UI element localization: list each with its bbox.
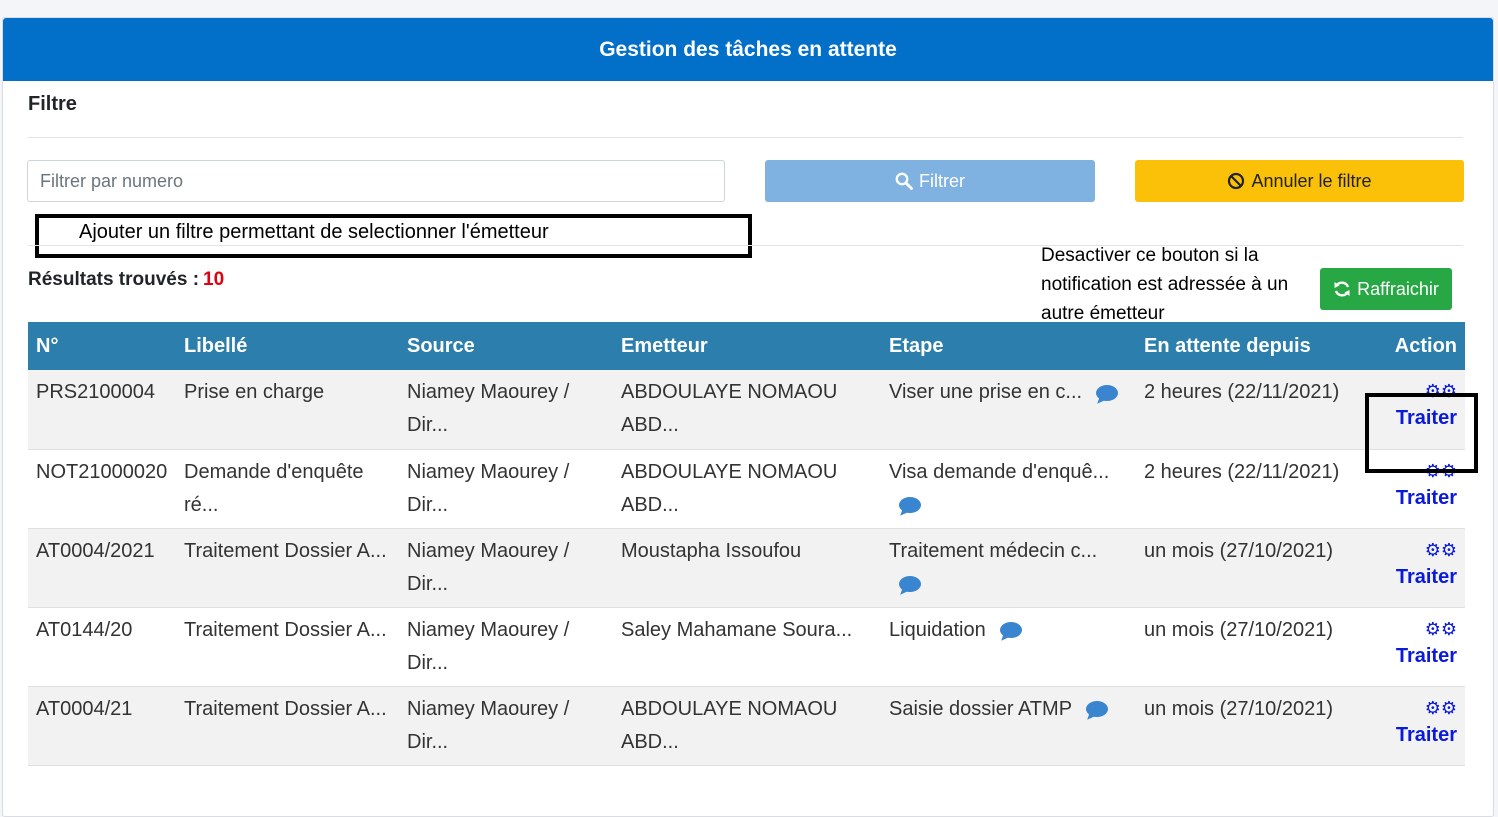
cell-waiting-since: un mois (27/10/2021)	[1144, 697, 1334, 720]
cell-source: Niamey Maourey / Dir...	[407, 381, 570, 436]
cell-source: Niamey Maourey / Dir...	[407, 539, 570, 595]
cell-waiting-since: 2 heures (22/11/2021)	[1144, 460, 1340, 483]
refresh-icon	[1334, 281, 1350, 297]
cell-emitter: ABDOULAYE NOMAOU ABD...	[621, 381, 838, 436]
tasks-table: N° Libellé Source Emetteur Etape En atte…	[28, 322, 1465, 766]
cell-label: Prise en charge	[184, 381, 325, 403]
table-row: AT0144/20 Traitement Dossier A... Niamey…	[28, 607, 1465, 686]
refresh-button[interactable]: Raffraichir	[1320, 268, 1452, 310]
cell-label: Traitement Dossier A...	[184, 539, 387, 562]
cell-action: ⚙⚙ Traiter	[1368, 686, 1465, 765]
cell-emitter: ABDOULAYE NOMAOU ABD...	[621, 460, 838, 516]
filter-button[interactable]: Filtrer	[765, 160, 1095, 202]
cell-step: Saisie dossier ATMP	[881, 686, 1136, 765]
step-text: Visa demande d'enquê...	[889, 460, 1110, 483]
cell-number: NOT21000020	[36, 460, 168, 483]
column-header-number[interactable]: N°	[28, 322, 176, 370]
annotation-emitter-filter: Ajouter un filtre permettant de selectio…	[79, 221, 549, 243]
traiter-link[interactable]: Traiter	[1376, 482, 1457, 515]
cancel-filter-label: Annuler le filtre	[1251, 170, 1372, 191]
column-header-emitter[interactable]: Emetteur	[613, 322, 881, 370]
step-text: Viser une prise en c...	[889, 381, 1083, 403]
table-row: AT0004/2021 Traitement Dossier A... Niam…	[28, 528, 1465, 607]
search-icon	[895, 172, 913, 190]
cell-label: Traitement Dossier A...	[184, 618, 387, 641]
cell-action: ⚙⚙ Traiter	[1368, 607, 1465, 686]
refresh-button-label: Raffraichir	[1357, 278, 1439, 299]
results-label: Résultats trouvés :	[28, 269, 200, 290]
gears-icon[interactable]: ⚙⚙	[1376, 693, 1457, 719]
cell-number: AT0144/20	[36, 618, 133, 641]
gears-icon[interactable]: ⚙⚙	[1376, 614, 1457, 640]
cell-source: Niamey Maourey / Dir...	[407, 460, 570, 516]
annotation-box-emitter-filter: Ajouter un filtre permettant de selectio…	[35, 214, 752, 258]
cell-number: AT0004/2021	[36, 539, 155, 562]
table-row: PRS2100004 Prise en charge Niamey Maoure…	[28, 370, 1465, 449]
step-text: Liquidation	[889, 618, 986, 641]
comment-icon[interactable]	[899, 497, 921, 514]
cell-emitter: ABDOULAYE NOMAOU ABD...	[621, 697, 838, 753]
divider	[28, 137, 1463, 138]
gears-icon[interactable]: ⚙⚙	[1376, 535, 1457, 561]
step-text: Saisie dossier ATMP	[889, 697, 1073, 720]
column-header-action: Action	[1394, 334, 1457, 357]
cell-source: Niamey Maourey / Dir...	[407, 618, 570, 674]
column-header-source[interactable]: Source	[399, 322, 613, 370]
step-text: Traitement médecin c...	[889, 539, 1098, 562]
cell-step: Traitement médecin c...	[881, 528, 1136, 607]
filter-title: Filtre	[28, 93, 77, 115]
column-header-label[interactable]: Libellé	[176, 322, 399, 370]
search-input[interactable]	[27, 160, 725, 202]
cell-step: Viser une prise en c...	[881, 370, 1136, 449]
table-header-row: N° Libellé Source Emetteur Etape En atte…	[28, 322, 1465, 370]
cell-number: PRS2100004	[36, 381, 155, 403]
table-row: NOT21000020 Demande d'enquête ré... Niam…	[28, 449, 1465, 528]
cell-waiting-since: un mois (27/10/2021)	[1144, 539, 1334, 562]
results-count: 10	[203, 269, 225, 290]
column-header-waiting-since[interactable]: En attente depuis	[1136, 322, 1368, 370]
cell-label: Demande d'enquête ré...	[184, 460, 364, 516]
comment-icon[interactable]	[1086, 701, 1109, 718]
annotation-box-action	[1365, 393, 1478, 473]
ban-icon	[1228, 172, 1245, 190]
annotation-refresh-note: Desactiver ce bouton si la notification …	[1041, 245, 1289, 324]
cancel-filter-button[interactable]: Annuler le filtre	[1135, 160, 1464, 202]
cell-action: ⚙⚙ Traiter	[1368, 528, 1465, 607]
traiter-link[interactable]: Traiter	[1376, 561, 1457, 594]
filter-button-label: Filtrer	[919, 170, 965, 191]
cell-source: Niamey Maourey / Dir...	[407, 697, 570, 753]
comment-icon[interactable]	[899, 576, 921, 593]
cell-label: Traitement Dossier A...	[184, 697, 387, 720]
cell-waiting-since: 2 heures (22/11/2021)	[1144, 381, 1340, 403]
cell-step: Visa demande d'enquê...	[881, 449, 1136, 528]
comment-icon[interactable]	[999, 622, 1022, 639]
traiter-link[interactable]: Traiter	[1376, 640, 1457, 673]
comment-icon[interactable]	[1096, 384, 1119, 401]
cell-waiting-since: un mois (27/10/2021)	[1144, 618, 1334, 641]
cell-emitter: Moustapha Issoufou	[621, 539, 802, 562]
traiter-link[interactable]: Traiter	[1376, 719, 1457, 752]
column-header-step[interactable]: Etape	[881, 322, 1136, 370]
page-title: Gestion des tâches en attente	[3, 18, 1493, 81]
table-row: AT0004/21 Traitement Dossier A... Niamey…	[28, 686, 1465, 765]
results-summary: Résultats trouvés :10	[28, 269, 224, 291]
cell-emitter: Saley Mahamane Soura...	[621, 618, 853, 641]
cell-number: AT0004/21	[36, 697, 133, 720]
cell-step: Liquidation	[881, 607, 1136, 686]
